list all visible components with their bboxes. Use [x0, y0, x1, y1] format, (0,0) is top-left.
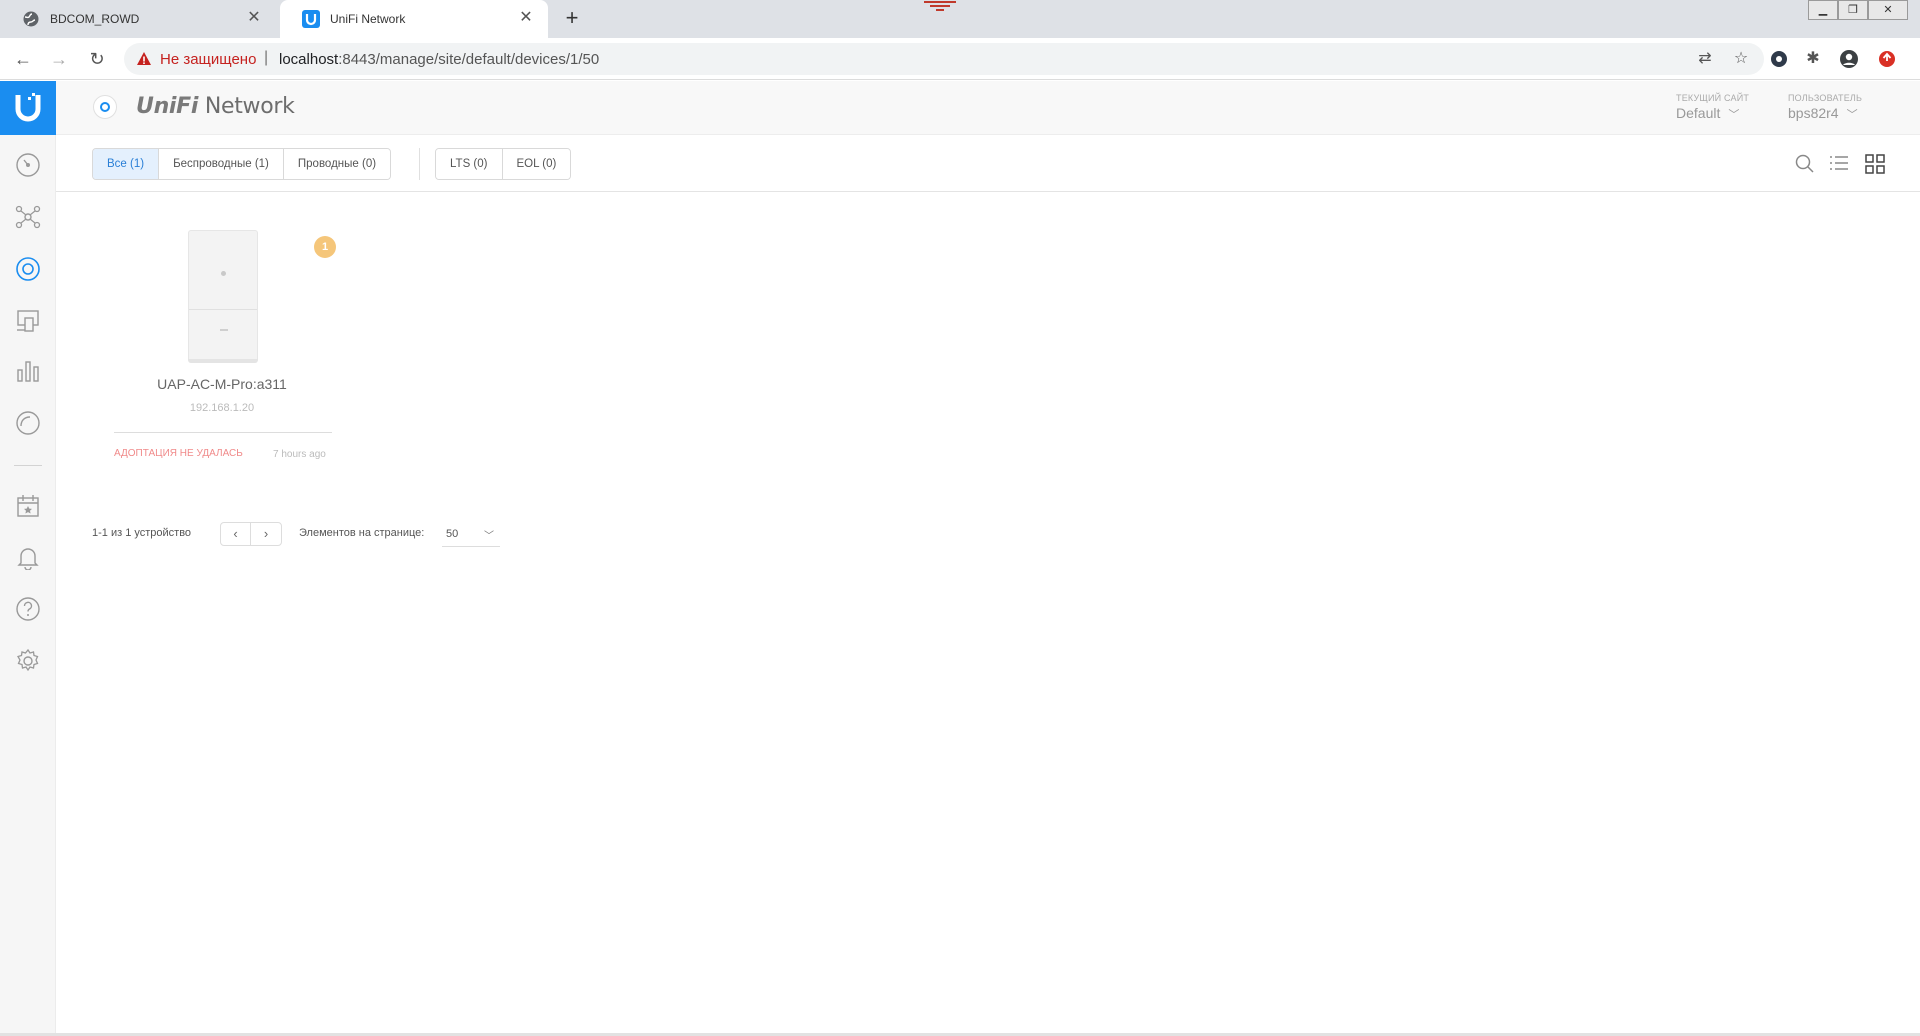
site-selector[interactable]: ТЕКУЩИЙ САЙТ Default ﹀: [1676, 93, 1749, 122]
extension-circle-icon[interactable]: [1768, 48, 1790, 70]
filter-eol[interactable]: EOL (0): [502, 149, 571, 179]
alerts-bell-icon[interactable]: [15, 544, 41, 570]
brand-suffix: Network: [204, 94, 295, 119]
chevron-down-icon: ﹀: [1846, 109, 1858, 121]
brand-prefix: UniFi: [136, 94, 199, 119]
access-point-image: [188, 230, 258, 363]
close-tab-icon[interactable]: ✕: [516, 8, 536, 28]
app-sidebar: [0, 81, 56, 1036]
device-status: АДОПТАЦИЯ НЕ УДАЛАСЬ: [114, 448, 243, 459]
insights-icon[interactable]: [15, 410, 41, 436]
topology-icon[interactable]: [15, 204, 41, 230]
filter-lts[interactable]: LTS (0): [436, 149, 503, 179]
restore-window-button[interactable]: ❐: [1838, 0, 1868, 20]
pagination-count: 1-1 из 1 устройство: [92, 527, 192, 539]
tab-title: UniFi Network: [330, 12, 406, 26]
unifi-logo-icon: [15, 93, 41, 122]
address-bar[interactable]: Не защищено | localhost:8443/manage/site…: [124, 43, 1764, 75]
statistics-icon[interactable]: [15, 358, 41, 384]
site-value: Default: [1676, 105, 1721, 121]
grid-view-icon[interactable]: [1864, 153, 1886, 175]
reload-icon[interactable]: ↻: [86, 48, 108, 70]
forward-icon[interactable]: →: [48, 48, 70, 70]
profile-icon[interactable]: [1838, 48, 1860, 70]
device-filter-toolbar: Все (1) Беспроводные (1) Проводные (0) L…: [56, 135, 1920, 192]
dashboard-icon[interactable]: [15, 152, 41, 178]
notification-badge: 1: [314, 236, 336, 258]
browser-toolbar: ← → ↻ Не защищено | localhost:8443/manag…: [0, 38, 1920, 80]
per-page-value: 50: [446, 528, 459, 540]
device-name: UAP-AC-M-Pro:a311: [157, 376, 287, 392]
browser-tab-unifi[interactable]: UniFi Network ✕: [280, 0, 548, 38]
per-page-label: Элементов на странице:: [299, 527, 425, 539]
unifi-logo[interactable]: [0, 81, 56, 135]
status-indicator-icon: [93, 95, 117, 119]
sidebar-divider: [14, 465, 42, 466]
minimize-window-button[interactable]: ▁: [1808, 0, 1838, 20]
card-divider: [114, 432, 332, 433]
filter-wired[interactable]: Проводные (0): [283, 149, 391, 179]
clients-icon[interactable]: [15, 308, 41, 334]
extensions-puzzle-icon[interactable]: ✱: [1802, 48, 1824, 70]
device-type-filter: Все (1) Беспроводные (1) Проводные (0): [92, 148, 392, 180]
settings-gear-icon[interactable]: [15, 648, 41, 674]
app-header: UniFi Network ТЕКУЩИЙ САЙТ Default ﹀ ПОЛЬ…: [56, 81, 1920, 135]
filter-all[interactable]: Все (1): [93, 149, 160, 179]
events-calendar-icon[interactable]: [15, 493, 41, 519]
browser-tab-bdcom[interactable]: BDCOM_ROWD ✕: [0, 0, 276, 38]
app-title: UniFi Network: [136, 94, 295, 119]
filter-divider: [419, 148, 420, 180]
prev-page-icon[interactable]: ‹: [221, 523, 251, 545]
device-support-filter: LTS (0) EOL (0): [435, 148, 572, 180]
back-icon[interactable]: ←: [12, 48, 34, 70]
security-label[interactable]: Не защищено: [160, 51, 256, 68]
url-path: :8443/manage/site/default/devices/1/50: [338, 51, 600, 68]
chevron-down-icon: ﹀: [484, 531, 494, 542]
filter-wireless[interactable]: Беспроводные (1): [159, 149, 284, 179]
browser-tab-bar: BDCOM_ROWD ✕ UniFi Network ✕ + ▁ ❐ ✕: [0, 0, 1920, 38]
device-last-seen: 7 hours ago: [273, 449, 326, 460]
url-text[interactable]: localhost:8443/manage/site/default/devic…: [279, 51, 599, 68]
devices-icon[interactable]: [15, 256, 41, 282]
site-caption: ТЕКУЩИЙ САЙТ: [1676, 93, 1750, 103]
user-menu[interactable]: ПОЛЬЗОВАТЕЛЬ bps82r4 ﹀: [1788, 93, 1862, 122]
tab-strip-marker-icon: [924, 1, 956, 11]
translate-icon[interactable]: ⇄: [1694, 48, 1716, 70]
unifi-favicon: [302, 10, 320, 28]
device-ip: 192.168.1.20: [189, 402, 255, 414]
chevron-down-icon: ﹀: [1728, 109, 1740, 121]
user-caption: ПОЛЬЗОВАТЕЛЬ: [1788, 93, 1863, 103]
next-page-icon[interactable]: ›: [251, 523, 281, 545]
url-separator: |: [264, 49, 269, 66]
globe-icon: [23, 11, 39, 27]
bookmark-star-icon[interactable]: ☆: [1730, 48, 1752, 70]
list-view-icon[interactable]: [1828, 153, 1850, 175]
update-icon[interactable]: [1876, 48, 1898, 70]
per-page-select[interactable]: 50 ﹀: [442, 523, 500, 547]
search-icon[interactable]: [1794, 153, 1816, 175]
url-host: localhost: [279, 51, 339, 68]
close-window-button[interactable]: ✕: [1868, 0, 1908, 20]
user-value: bps82r4: [1788, 105, 1839, 121]
warning-icon: [137, 52, 151, 65]
device-card[interactable]: 1 UAP-AC-M-Pro:a311 192.168.1.20 АДОПТАЦ…: [112, 226, 336, 466]
close-tab-icon[interactable]: ✕: [244, 8, 264, 28]
help-icon[interactable]: [15, 596, 41, 622]
new-tab-icon[interactable]: +: [560, 7, 584, 31]
tab-title: BDCOM_ROWD: [50, 12, 140, 26]
page-navigation: ‹ ›: [220, 522, 282, 546]
